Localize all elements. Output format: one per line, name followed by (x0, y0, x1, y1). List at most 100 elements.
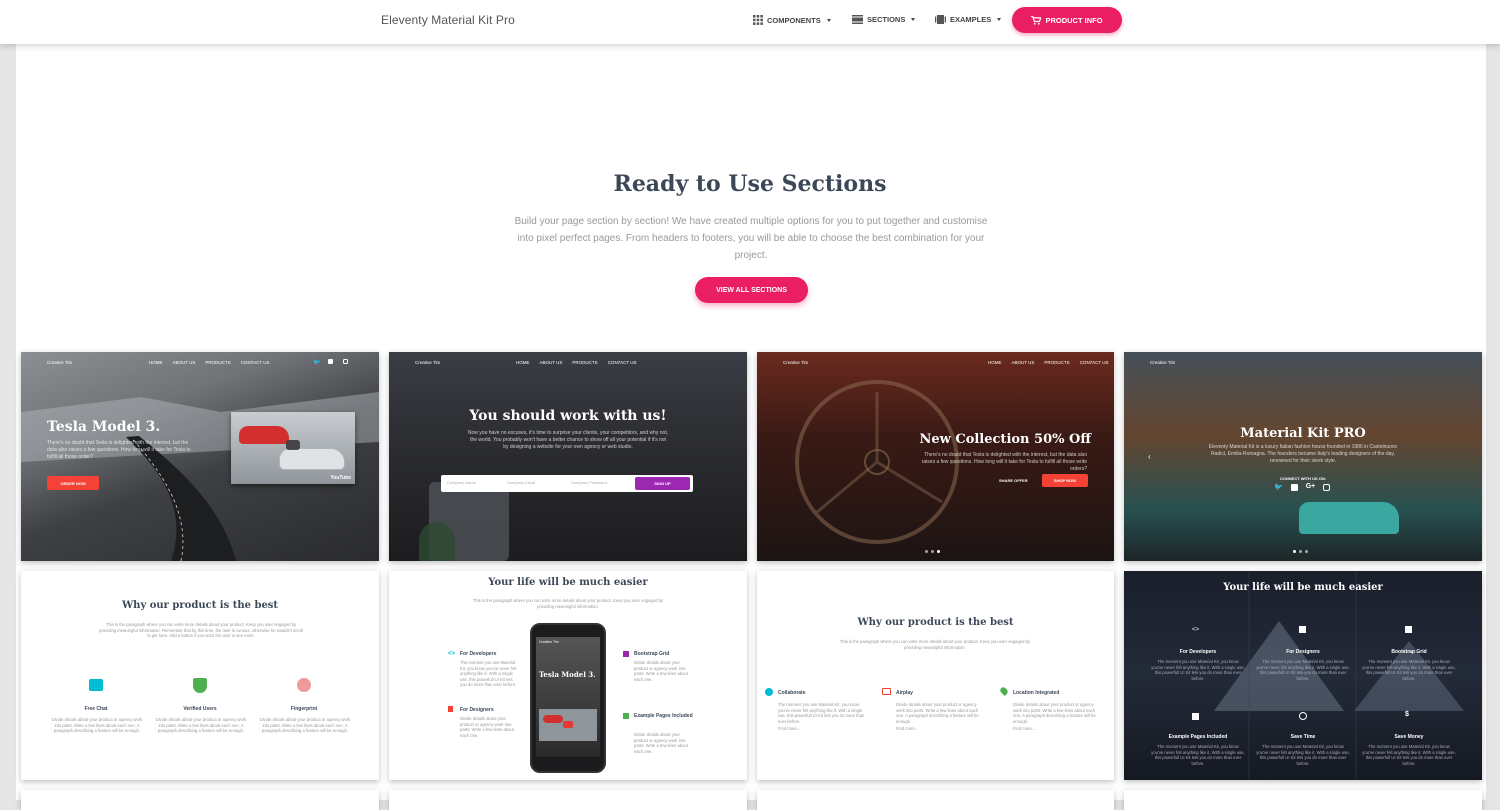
feature-text: The moment you use Material Kit, you kno… (1362, 744, 1456, 766)
mini-nav-link: PRODUCTS (1044, 360, 1070, 365)
mini-nav-link: HOME (516, 360, 530, 365)
order-now-button[interactable]: ORDER NOW (47, 476, 99, 490)
features-card-2[interactable]: Your life will be much easier This is th… (389, 571, 747, 780)
google-plus-icon[interactable]: G+ (1306, 483, 1316, 491)
money-icon: $ (1405, 711, 1409, 718)
classic-car-image (1299, 502, 1399, 534)
grid-icon (753, 15, 763, 25)
airplay-icon (882, 688, 891, 695)
nav-examples-dropdown[interactable]: EXAMPLES (935, 15, 1002, 24)
mini-brand: Creative Tim (47, 360, 73, 365)
feature-text: Divide details about your product or age… (259, 717, 351, 734)
material-kit-pro-card[interactable]: Creative Tim Material Kit PRO Eleventy M… (1124, 352, 1482, 561)
carousel-indicators[interactable] (1293, 550, 1308, 553)
instagram-icon[interactable] (1323, 484, 1331, 491)
feature-title: Fingerprint (290, 706, 318, 712)
features2-title: Your life will be much easier (488, 577, 648, 588)
mini-nav-links: HOME ABOUT US PRODUCTS CONTACT US (988, 360, 1109, 365)
feature-title: Free Chat (84, 706, 108, 712)
company-password-field[interactable]: Company Password (571, 480, 607, 485)
product-info-button[interactable]: PRODUCT INFO (1012, 7, 1122, 33)
features3-title: Why our product is the best (857, 617, 1014, 628)
instagram-icon (343, 359, 348, 364)
company-name-field[interactable]: Company Name (447, 480, 476, 485)
feature-text: The moment you use Material Kit, you kno… (1256, 659, 1350, 681)
company-email-field[interactable]: Company Email (507, 480, 535, 485)
features-card-1[interactable]: Why our product is the best This is the … (21, 571, 379, 780)
feature-text: The moment you use Material Kit, you kno… (1362, 659, 1456, 681)
kitpro-text: Eleventy Material Kit is a luxury Italia… (1208, 444, 1398, 464)
feature-title: Save Money (1394, 734, 1424, 740)
carousel-indicators[interactable] (925, 550, 940, 553)
play-icon[interactable] (286, 440, 300, 450)
shop-now-label: SHOP NOW (1053, 478, 1077, 483)
phone-video-thumbnail (539, 709, 597, 741)
feature-text: Divide details about your product or age… (460, 716, 514, 738)
find-more-link[interactable]: Find more... (778, 726, 800, 732)
shop-now-button[interactable]: SHOP NOW (1042, 474, 1088, 487)
features-card-3[interactable]: Why our product is the best This is the … (757, 571, 1114, 780)
dashboard-icon (623, 651, 629, 657)
feature-title: Bootstrap Grid (1391, 649, 1427, 655)
mini-nav-link: CONTACT US (607, 360, 637, 365)
find-more-link[interactable]: Find more... (896, 726, 918, 732)
facebook-icon (328, 359, 333, 364)
card-mini-navbar: Creative Tim HOME ABOUT US PRODUCTS CONT… (21, 359, 379, 370)
feature-title: For Developers (460, 651, 497, 657)
work-with-us-card[interactable]: Creative Tim HOME ABOUT US PRODUCTS CONT… (389, 352, 747, 561)
features2-text: This is the paragraph where you can writ… (472, 598, 664, 609)
work-text: Now you have no excuses, it's time to su… (467, 430, 669, 450)
mini-brand: Creative Tim (1150, 360, 1176, 365)
nav-components-dropdown[interactable]: COMPONENTS (753, 15, 831, 25)
new-collection-card[interactable]: Creative Tim HOME ABOUT US PRODUCTS CONT… (757, 352, 1114, 561)
mini-nav-link: ABOUT US (1011, 360, 1035, 365)
feature-text: The moment you use Material Kit, you kno… (778, 702, 865, 724)
section-card-peek[interactable] (21, 790, 379, 810)
share-offer-link[interactable]: SHARE OFFER (999, 478, 1028, 483)
features3-text: This is the paragraph where you can writ… (839, 639, 1031, 650)
location-icon (999, 686, 1009, 696)
nav-sections-dropdown[interactable]: SECTIONS (852, 15, 916, 24)
brand-link[interactable]: Eleventy Material Kit Pro (381, 13, 515, 27)
video-thumbnail[interactable]: YouTube (231, 412, 355, 484)
code-icon: <> (448, 651, 456, 657)
collaborate-icon (765, 688, 773, 696)
carousel-prev-icon[interactable]: ‹ (1148, 452, 1151, 461)
mini-nav-link: HOME (149, 360, 163, 365)
feature-text: The moment you use Material Kit, you kno… (1151, 659, 1245, 681)
feature-title: Airplay (896, 690, 913, 696)
feature-text: Divide details about your product or age… (634, 660, 688, 682)
plant-illustration (419, 522, 455, 561)
tesla-header-card[interactable]: Creative Tim HOME ABOUT US PRODUCTS CONT… (21, 352, 379, 561)
features1-text: This is the paragraph where you can writ… (99, 622, 303, 639)
features4-title: Your life will be much easier (1223, 582, 1383, 593)
twitter-icon: 🐦 (313, 360, 321, 366)
phone-title: Tesla Model 3. (539, 670, 596, 679)
signup-button[interactable]: SIGN UP (635, 477, 690, 490)
red-car-image (543, 715, 563, 723)
collection-title: New Collection 50% Off (919, 432, 1091, 447)
signup-label: SIGN UP (654, 481, 671, 486)
section-card-peek[interactable] (1124, 790, 1482, 810)
feature-title: For Developers (1179, 649, 1217, 655)
twitter-icon[interactable]: 🐦 (1274, 483, 1283, 491)
play-icon (563, 721, 573, 728)
chevron-down-icon (911, 18, 916, 21)
feature-title: Verified Users (183, 706, 217, 712)
social-links: 🐦 G+ (1274, 483, 1331, 491)
chevron-down-icon (997, 18, 1002, 21)
feature-text: Divide details about your product or age… (1013, 702, 1096, 724)
section-card-peek[interactable] (389, 790, 747, 810)
mini-nav-links: HOME ABOUT US PRODUCTS CONTACT US (516, 360, 637, 365)
section-card-peek[interactable] (757, 790, 1114, 810)
mini-nav-link: CONTACT US (1079, 360, 1109, 365)
feature-title: Example Pages Included (1168, 734, 1228, 740)
features-card-4[interactable]: Your life will be much easier <> For Dev… (1124, 571, 1482, 780)
mini-nav-link: ABOUT US (172, 360, 196, 365)
top-navbar: Eleventy Material Kit Pro COMPONENTS SEC… (0, 0, 1500, 44)
find-more-link[interactable]: Find more... (1013, 726, 1035, 732)
feature-title: Location Integrated (1013, 690, 1060, 696)
view-all-sections-button[interactable]: VIEW ALL SECTIONS (695, 277, 808, 303)
card-mini-navbar: Creative Tim HOME ABOUT US PRODUCTS CONT… (389, 360, 747, 370)
facebook-icon[interactable] (1290, 484, 1298, 491)
